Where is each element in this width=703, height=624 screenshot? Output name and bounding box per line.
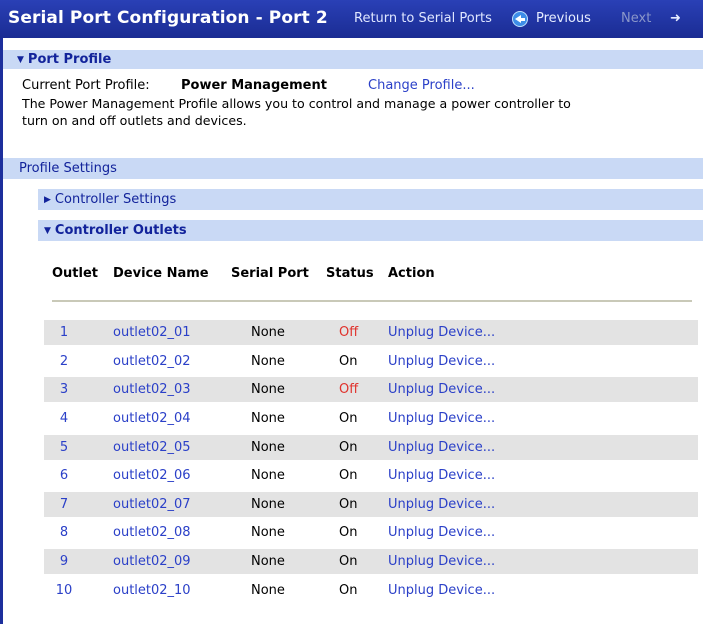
collapsed-triangle-icon: ▶: [44, 195, 51, 205]
current-profile-value: Power Management: [181, 78, 327, 93]
outlet-number: 8: [59, 525, 69, 540]
table-row: 8 outlet02_08 None On Unplug Device...: [44, 520, 698, 545]
unplug-device-link[interactable]: Unplug Device...: [388, 382, 495, 397]
serial-port-value: None: [251, 468, 285, 483]
status-value: On: [339, 411, 358, 426]
col-header-action: Action: [388, 266, 435, 281]
outlet-number: 4: [59, 411, 69, 426]
unplug-device-link[interactable]: Unplug Device...: [388, 583, 495, 598]
outlet-number: 5: [59, 440, 69, 455]
table-row: 9 outlet02_09 None On Unplug Device...: [44, 549, 698, 574]
status-value: On: [339, 354, 358, 369]
next-arrow-icon: ➜: [670, 11, 681, 26]
title-bar: Serial Port Configuration - Port 2 Retur…: [0, 0, 703, 38]
controller-settings-header[interactable]: ▶ Controller Settings: [38, 189, 703, 210]
device-name-link[interactable]: outlet02_05: [113, 440, 191, 455]
unplug-device-link[interactable]: Unplug Device...: [388, 468, 495, 483]
profile-settings-header: Profile Settings: [3, 158, 703, 179]
serial-port-value: None: [251, 382, 285, 397]
profile-description-line2: turn on and off outlets and devices.: [22, 113, 247, 128]
unplug-device-link[interactable]: Unplug Device...: [388, 525, 495, 540]
return-to-serial-ports-link[interactable]: Return to Serial Ports: [354, 11, 492, 26]
outlet-number: 10: [55, 583, 73, 598]
device-name-link[interactable]: outlet02_02: [113, 354, 191, 369]
table-row: 10 outlet02_10 None On Unplug Device...: [44, 578, 698, 603]
status-value: Off: [339, 382, 359, 397]
device-name-link[interactable]: outlet02_07: [113, 497, 191, 512]
device-name-link[interactable]: outlet02_01: [113, 325, 191, 340]
device-name-link[interactable]: outlet02_09: [113, 554, 191, 569]
serial-port-value: None: [251, 525, 285, 540]
change-profile-link[interactable]: Change Profile...: [368, 78, 475, 93]
current-profile-label: Current Port Profile:: [22, 78, 150, 93]
previous-arrow-icon[interactable]: [512, 11, 528, 27]
previous-link[interactable]: Previous: [536, 11, 591, 26]
unplug-device-link[interactable]: Unplug Device...: [388, 411, 495, 426]
serial-port-value: None: [251, 325, 285, 340]
status-value: On: [339, 583, 358, 598]
col-header-serial-port: Serial Port: [231, 266, 309, 281]
status-value: On: [339, 468, 358, 483]
table-row: 1 outlet02_01 None Off Unplug Device...: [44, 320, 698, 345]
table-row: 7 outlet02_07 None On Unplug Device...: [44, 492, 698, 517]
status-value: On: [339, 440, 358, 455]
controller-settings-label: Controller Settings: [54, 192, 177, 207]
serial-port-value: None: [251, 583, 285, 598]
profile-description-line1: The Power Management Profile allows you …: [22, 96, 571, 111]
table-row: 5 outlet02_05 None On Unplug Device...: [44, 435, 698, 460]
status-value: On: [339, 554, 358, 569]
header-divider: [52, 300, 692, 302]
serial-port-value: None: [251, 354, 285, 369]
unplug-device-link[interactable]: Unplug Device...: [388, 497, 495, 512]
status-value: Off: [339, 325, 359, 340]
unplug-device-link[interactable]: Unplug Device...: [388, 554, 495, 569]
port-profile-section-header[interactable]: ▼ Port Profile: [3, 50, 703, 69]
serial-port-value: None: [251, 497, 285, 512]
unplug-device-link[interactable]: Unplug Device...: [388, 325, 495, 340]
expanded-triangle-icon: ▼: [44, 226, 51, 236]
serial-port-value: None: [251, 554, 285, 569]
outlet-number: 2: [59, 354, 69, 369]
serial-port-value: None: [251, 440, 285, 455]
serial-port-value: None: [251, 411, 285, 426]
profile-settings-title: Profile Settings: [19, 161, 117, 176]
next-link: Next: [621, 11, 652, 26]
table-row: 2 outlet02_02 None On Unplug Device...: [44, 349, 698, 374]
device-name-link[interactable]: outlet02_08: [113, 525, 191, 540]
outlet-number: 1: [59, 325, 69, 340]
col-header-outlet: Outlet: [52, 266, 99, 281]
device-name-link[interactable]: outlet02_03: [113, 382, 191, 397]
port-profile-title: Port Profile: [27, 52, 112, 67]
unplug-device-link[interactable]: Unplug Device...: [388, 440, 495, 455]
table-row: 3 outlet02_03 None Off Unplug Device...: [44, 377, 698, 402]
controller-outlets-header[interactable]: ▼ Controller Outlets: [38, 220, 703, 241]
unplug-device-link[interactable]: Unplug Device...: [388, 354, 495, 369]
status-value: On: [339, 525, 358, 540]
outlet-number: 9: [59, 554, 69, 569]
outlet-number: 3: [59, 382, 69, 397]
outlet-number: 7: [59, 497, 69, 512]
col-header-status: Status: [326, 266, 374, 281]
page-title: Serial Port Configuration - Port 2: [8, 8, 328, 28]
device-name-link[interactable]: outlet02_06: [113, 468, 191, 483]
controller-outlets-label: Controller Outlets: [54, 223, 187, 238]
col-header-device-name: Device Name: [113, 266, 209, 281]
device-name-link[interactable]: outlet02_04: [113, 411, 191, 426]
device-name-link[interactable]: outlet02_10: [113, 583, 191, 598]
status-value: On: [339, 497, 358, 512]
expanded-triangle-icon: ▼: [17, 55, 24, 65]
table-row: 6 outlet02_06 None On Unplug Device...: [44, 463, 698, 488]
outlet-number: 6: [59, 468, 69, 483]
table-row: 4 outlet02_04 None On Unplug Device...: [44, 406, 698, 431]
